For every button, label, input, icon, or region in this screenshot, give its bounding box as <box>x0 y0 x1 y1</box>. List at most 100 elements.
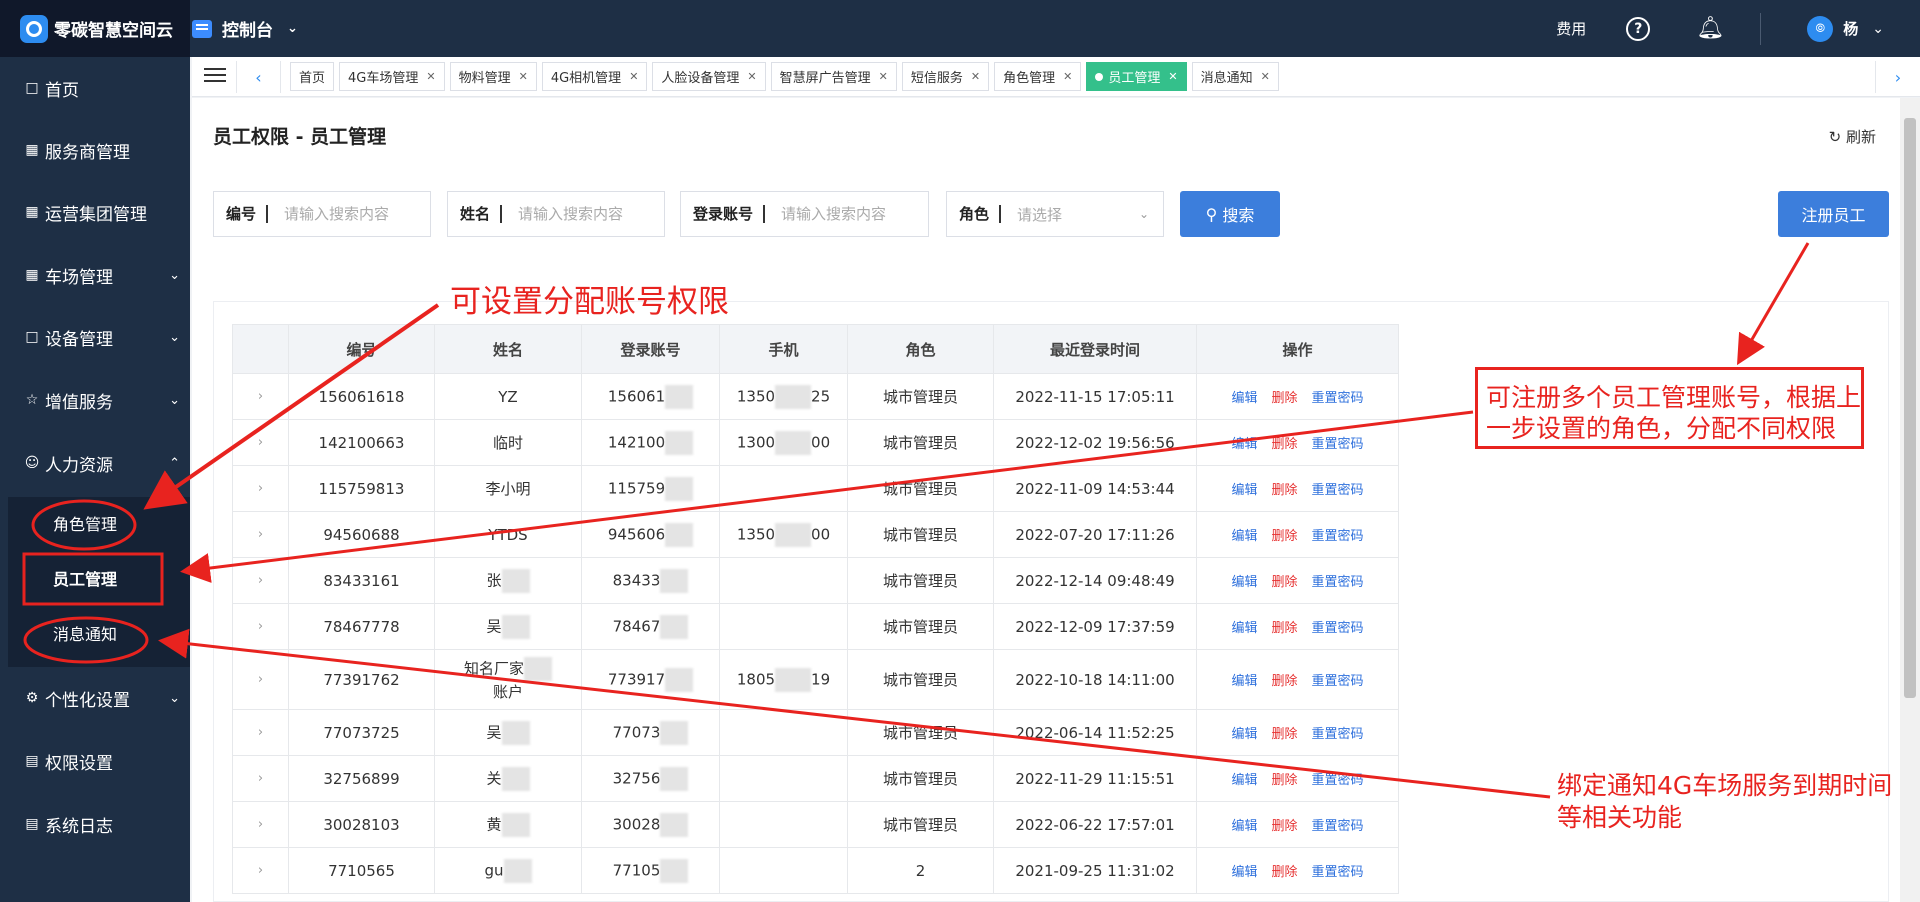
edit-link[interactable]: 编辑 <box>1231 437 1257 452</box>
edit-link[interactable]: 编辑 <box>1231 483 1257 498</box>
expand-icon[interactable]: › <box>232 755 289 802</box>
tab-4g-parking[interactable]: 4G车场管理 ✕ <box>339 62 445 91</box>
scrollbar[interactable] <box>1900 98 1920 902</box>
chevron-left-icon[interactable]: ‹ <box>236 61 281 93</box>
id-search-input[interactable] <box>284 205 425 223</box>
expand-icon[interactable]: › <box>232 511 289 558</box>
role-select[interactable]: 角色 请选择 ⌄ <box>946 191 1164 237</box>
reset-password-link[interactable]: 重置密码 <box>1312 727 1364 742</box>
tab-4g-camera[interactable]: 4G相机管理 ✕ <box>541 62 648 91</box>
chevron-right-icon[interactable]: › <box>1875 61 1920 93</box>
reset-password-link[interactable]: 重置密码 <box>1312 483 1364 498</box>
tab-sms[interactable]: 短信服务 ✕ <box>901 62 990 91</box>
table-row[interactable]: › 94560688 YTDS 945606 1350 00 城市管理员 2022-07-20… <box>232 511 1399 558</box>
chevron-down-icon[interactable]: ⌄ <box>1872 21 1884 37</box>
expand-icon[interactable]: › <box>232 465 289 512</box>
sidebar-item-hr[interactable]: ☺ 人力资源 ⌃ <box>0 443 190 483</box>
sidebar-item-provider[interactable]: ▦ 服务商管理 <box>0 130 190 170</box>
table-row[interactable]: › 77073725 吴 77073 城市管理员 2022-06-14 11:52:25 编… <box>232 709 1399 756</box>
app-logo[interactable]: 零碳智慧空间云 <box>0 0 190 57</box>
edit-link[interactable]: 编辑 <box>1231 773 1257 788</box>
edit-link[interactable]: 编辑 <box>1231 674 1257 689</box>
reset-password-link[interactable]: 重置密码 <box>1312 437 1364 452</box>
close-icon[interactable]: ✕ <box>1063 70 1072 83</box>
delete-link[interactable]: 删除 <box>1271 529 1297 544</box>
account-search-input[interactable] <box>781 205 922 223</box>
edit-link[interactable]: 编辑 <box>1231 529 1257 544</box>
reset-password-link[interactable]: 重置密码 <box>1312 865 1364 880</box>
sidebar-item-home[interactable]: □ 首页 <box>0 68 190 108</box>
edit-link[interactable]: 编辑 <box>1231 575 1257 590</box>
delete-link[interactable]: 删除 <box>1271 391 1297 406</box>
reset-password-link[interactable]: 重置密码 <box>1312 391 1364 406</box>
sidebar-item-device[interactable]: □ 设备管理 ⌄ <box>0 317 190 357</box>
reset-password-link[interactable]: 重置密码 <box>1312 621 1364 636</box>
reset-password-link[interactable]: 重置密码 <box>1312 773 1364 788</box>
tab-material[interactable]: 物料管理 ✕ <box>449 62 537 91</box>
bell-icon[interactable]: 🔔︎ <box>1696 16 1724 41</box>
table-row[interactable]: › 7710565 gu 77105 2 2021-09-25 11:31:02 编辑 删除重… <box>232 847 1399 894</box>
help-icon[interactable]: ? <box>1626 16 1651 41</box>
table-row[interactable]: › 115759813 李小明 115759 城市管理员 2022-11-09 14:53… <box>232 465 1399 512</box>
delete-link[interactable]: 删除 <box>1271 674 1297 689</box>
expand-icon[interactable]: › <box>232 801 289 848</box>
expand-icon[interactable]: › <box>232 603 289 650</box>
edit-link[interactable]: 编辑 <box>1231 621 1257 636</box>
reset-password-link[interactable]: 重置密码 <box>1312 575 1364 590</box>
close-icon[interactable]: ✕ <box>747 70 756 83</box>
table-row[interactable]: › 77391762 知名厂家 账户 773917 1805 19 城市管理员 2022-10-… <box>232 649 1399 710</box>
close-icon[interactable]: ✕ <box>1261 70 1270 83</box>
edit-link[interactable]: 编辑 <box>1231 391 1257 406</box>
close-icon[interactable]: ✕ <box>971 70 980 83</box>
expand-icon[interactable]: › <box>232 419 289 466</box>
table-row[interactable]: › 83433161 张 83433 城市管理员 2022-12-14 09:48:49 编… <box>232 557 1399 604</box>
delete-link[interactable]: 删除 <box>1271 483 1297 498</box>
table-row[interactable]: › 32756899 关 32756 城市管理员 2022-11-29 11:15:51 编… <box>232 755 1399 802</box>
user-name[interactable]: 杨 <box>1843 18 1858 39</box>
register-staff-button[interactable]: 注册员工 <box>1778 191 1889 237</box>
expand-icon[interactable]: › <box>232 557 289 604</box>
delete-link[interactable]: 删除 <box>1271 819 1297 834</box>
edit-link[interactable]: 编辑 <box>1231 727 1257 742</box>
table-row[interactable]: › 156061618 YZ 156061 1350 25 城市管理员 2022-11-15 … <box>232 373 1399 420</box>
expand-icon[interactable]: › <box>232 709 289 756</box>
menu-toggle-icon[interactable] <box>204 68 226 86</box>
table-row[interactable]: › 142100663 临时 142100 1300 00 城市管理员 2022-12-02 … <box>232 419 1399 466</box>
edit-link[interactable]: 编辑 <box>1231 865 1257 880</box>
close-icon[interactable]: ✕ <box>629 70 638 83</box>
close-icon[interactable]: ✕ <box>426 70 435 83</box>
table-row[interactable]: › 30028103 黄 30028 城市管理员 2022-06-22 17:57:01 编… <box>232 801 1399 848</box>
name-search-input[interactable] <box>518 205 659 223</box>
avatar[interactable]: ⦾ <box>1807 15 1834 42</box>
tab-role[interactable]: 角色管理 ✕ <box>994 62 1082 91</box>
delete-link[interactable]: 删除 <box>1271 727 1297 742</box>
sidebar-item-permission[interactable]: ▤ 权限设置 <box>0 741 190 781</box>
delete-link[interactable]: 删除 <box>1271 575 1297 590</box>
tab-staff[interactable]: 员工管理 ✕ <box>1086 62 1187 91</box>
reset-password-link[interactable]: 重置密码 <box>1312 529 1364 544</box>
tab-face-device[interactable]: 人脸设备管理 ✕ <box>652 62 766 91</box>
sidebar-item-personalize[interactable]: ⚙ 个性化设置 ⌄ <box>0 678 190 718</box>
expand-icon[interactable]: › <box>232 847 289 894</box>
sidebar-item-operation-group[interactable]: ▦ 运营集团管理 <box>0 192 190 232</box>
sidebar-subitem-role[interactable]: 角色管理 <box>8 505 190 541</box>
reset-password-link[interactable]: 重置密码 <box>1312 819 1364 834</box>
delete-link[interactable]: 删除 <box>1271 865 1297 880</box>
expand-icon[interactable]: › <box>232 649 289 710</box>
reset-password-link[interactable]: 重置密码 <box>1312 674 1364 689</box>
sidebar-item-parking[interactable]: ▦ 车场管理 ⌄ <box>0 255 190 295</box>
edit-link[interactable]: 编辑 <box>1231 819 1257 834</box>
tab-screen-ads[interactable]: 智慧屏广告管理 ✕ <box>770 62 897 91</box>
console-dropdown[interactable]: 控制台 ⌄ <box>192 0 298 57</box>
tab-home[interactable]: 首页 <box>290 62 335 91</box>
sidebar-item-log[interactable]: ▤ 系统日志 <box>0 804 190 844</box>
scrollbar-thumb[interactable] <box>1904 118 1916 698</box>
refresh-button[interactable]: ↻ 刷新 <box>1829 126 1876 147</box>
delete-link[interactable]: 删除 <box>1271 773 1297 788</box>
fee-link[interactable]: 费用 <box>1556 18 1586 39</box>
tab-message[interactable]: 消息通知 ✕ <box>1191 62 1279 91</box>
expand-icon[interactable]: › <box>232 373 289 420</box>
table-row[interactable]: › 78467778 吴 78467 城市管理员 2022-12-09 17:37:59 编… <box>232 603 1399 650</box>
sidebar-subitem-message[interactable]: 消息通知 <box>8 615 190 651</box>
close-icon[interactable]: ✕ <box>519 70 528 83</box>
